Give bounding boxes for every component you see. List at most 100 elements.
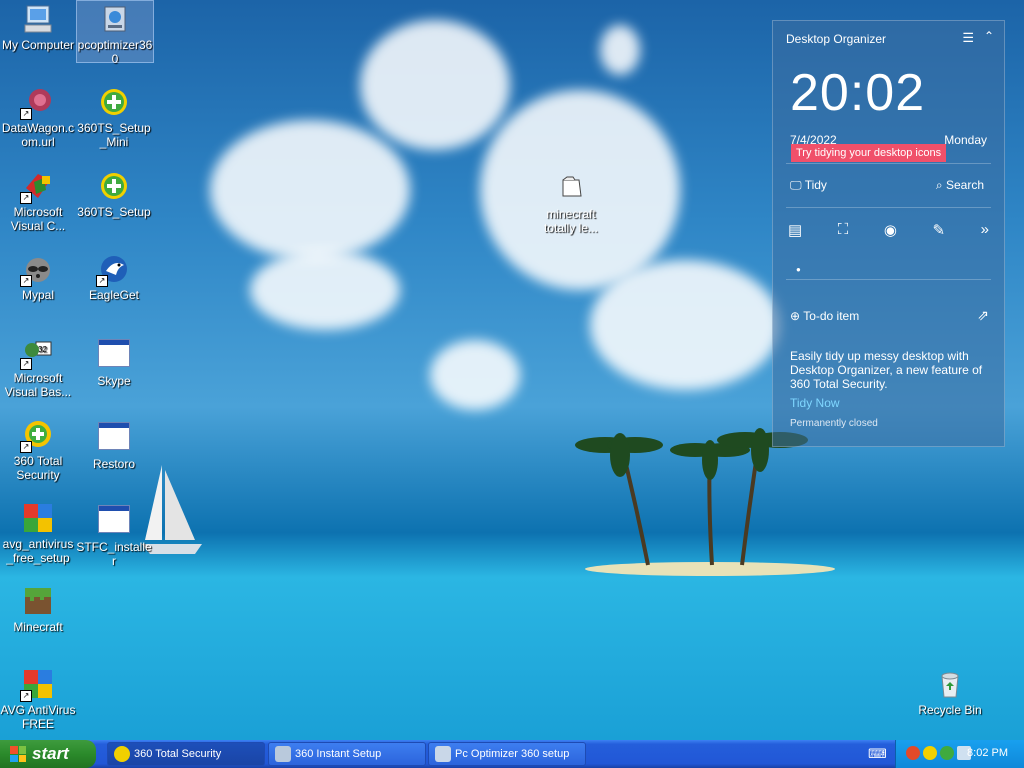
organizer-clock: 20:02 <box>790 64 926 122</box>
taskbar-item-label: Pc Optimizer 360 setup <box>455 748 570 760</box>
window-icon <box>98 505 130 537</box>
desktop-icon-360ts-setup[interactable]: 360TS_Setup <box>76 170 152 219</box>
eye-icon[interactable]: ◉ <box>884 221 897 239</box>
recycle-bin-icon <box>934 668 966 700</box>
desktop-icon-eagleget[interactable]: ↗ EagleGet <box>76 253 152 302</box>
desktop-icon-skype[interactable]: Skype <box>76 336 152 388</box>
desktop-icon-label: Skype <box>97 374 131 388</box>
stop-icon[interactable] <box>906 746 920 760</box>
organizer-title: Desktop Organizer <box>786 32 887 46</box>
notes-icon[interactable]: ▤ <box>788 221 802 239</box>
window-icon <box>98 422 130 454</box>
avg-icon: ↗ <box>20 668 54 702</box>
desktop-icon-avg-setup[interactable]: avg_antivirus_free_setup <box>0 502 76 565</box>
crop-icon[interactable]: ⛶ <box>838 221 849 239</box>
desktop-icon-360-total-security[interactable]: ↗ 360 Total Security <box>0 419 76 482</box>
shield-tray-icon[interactable] <box>940 746 954 760</box>
tidy-label: Tidy <box>804 178 827 192</box>
360-setup-icon <box>98 170 130 202</box>
shortcut-arrow-icon: ↗ <box>20 192 32 204</box>
cloud <box>360 20 510 150</box>
setup-icon <box>275 746 291 762</box>
taskbar: start 360 Total Security 360 Instant Set… <box>0 740 1024 768</box>
desktop-icon-visual-c[interactable]: ↗ Microsoft Visual C... <box>0 170 76 233</box>
desktop-icon-minecraft-folder[interactable]: minecraft totally le... <box>533 172 609 235</box>
desktop-icon-restoro[interactable]: Restoro <box>76 419 152 471</box>
start-label: start <box>32 744 69 763</box>
divider <box>786 279 991 280</box>
installer-icon <box>99 3 131 35</box>
search-label: Search <box>945 178 984 192</box>
desktop-icon-label: AVG AntiVirus FREE <box>0 703 76 731</box>
desktop-icon-360ts-setup-mini[interactable]: 360TS_Setup_Mini <box>76 86 152 149</box>
taskbar-item-360-total-security[interactable]: 360 Total Security <box>107 742 265 766</box>
desktop-icon-minecraft[interactable]: Minecraft <box>0 585 76 634</box>
edit-icon[interactable]: ✎ <box>932 221 945 239</box>
desktop-icon-avg-antivirus-free[interactable]: ↗ AVG AntiVirus FREE <box>0 668 76 731</box>
taskbar-item-pc-optimizer-setup[interactable]: Pc Optimizer 360 setup <box>428 742 586 766</box>
desktop-icon-pcoptimizer360[interactable]: pcoptimizer360 <box>76 0 154 66</box>
bullet-dot-icon: ● <box>796 265 801 274</box>
taskbar-item-360-instant-setup[interactable]: 360 Instant Setup <box>268 742 426 766</box>
desktop-icon-my-computer[interactable]: My Computer <box>0 3 76 52</box>
tidy-tip-badge[interactable]: Try tidying your desktop icons <box>791 144 947 162</box>
tidy-now-link[interactable]: Tidy Now <box>790 396 840 410</box>
keyboard-icon[interactable]: ⌨ <box>868 746 887 762</box>
shortcut-arrow-icon: ↗ <box>20 358 32 370</box>
desktop-icon-label: Minecraft <box>13 620 63 634</box>
360-tray-icon[interactable] <box>923 746 937 760</box>
desktop-icon-mypal[interactable]: ↗ Mypal <box>0 253 76 302</box>
desktop-icon-visual-basic[interactable]: 32 ↗ Microsoft Visual Bas... <box>0 336 76 399</box>
desktop[interactable]: My Computer ↗ DataWagon.com.url ↗ Micros… <box>0 0 1024 740</box>
desktop-icon-label: Microsoft Visual Bas... <box>4 371 72 399</box>
divider <box>786 163 991 164</box>
add-todo-button[interactable]: ⊕ To-do item <box>790 309 859 323</box>
window-icon <box>98 339 130 371</box>
installer-icon <box>435 746 451 762</box>
organizer-day: Monday <box>944 133 987 147</box>
folder-icon <box>555 172 587 204</box>
desktop-icon-label: avg_antivirus_free_setup <box>2 537 74 565</box>
taskbar-clock[interactable]: 8:02 PM <box>967 747 1008 759</box>
desktop-organizer-panel: Desktop Organizer ☰ ⌃ 20:02 7/4/2022 Mon… <box>772 20 1005 447</box>
minecraft-grass-icon <box>22 585 54 617</box>
desktop-icon-datawagon[interactable]: ↗ DataWagon.com.url <box>0 86 76 149</box>
url-shortcut-icon: ↗ <box>20 86 54 120</box>
desktop-icon-label: Recycle Bin <box>918 703 982 717</box>
desktop-icon-label: 360TS_Setup_Mini <box>77 121 151 149</box>
divider <box>786 207 991 208</box>
tidy-button[interactable]: 🖵 Tidy <box>790 178 827 193</box>
cloud <box>590 260 780 390</box>
share-icon[interactable]: ⇗ <box>977 307 989 324</box>
permanently-closed-link[interactable]: Permanently closed <box>790 418 878 429</box>
avg-icon <box>22 502 54 534</box>
chevron-up-icon[interactable]: ⌃ <box>984 29 994 43</box>
start-button[interactable]: start <box>0 740 96 768</box>
shortcut-arrow-icon: ↗ <box>20 690 32 702</box>
todo-label: To-do item <box>803 309 860 323</box>
desktop-icon-recycle-bin[interactable]: Recycle Bin <box>912 668 988 717</box>
search-icon: ⌕ <box>935 178 943 192</box>
visual-c-icon: ↗ <box>20 170 54 204</box>
desktop-icon-label: Restoro <box>92 457 136 471</box>
desktop-icon-label: My Computer <box>1 38 75 52</box>
cloud <box>600 25 640 75</box>
shortcut-arrow-icon: ↗ <box>96 275 108 287</box>
shortcut-arrow-icon: ↗ <box>20 441 32 453</box>
hamburger-menu-icon[interactable]: ☰ <box>962 30 974 46</box>
desktop-icon-label: pcoptimizer360 <box>77 38 153 66</box>
desktop-icon-label: 360 Total Security <box>13 454 63 482</box>
cloud <box>250 250 400 330</box>
desktop-icon-label: Mypal <box>21 288 54 302</box>
search-button[interactable]: ⌕ Search <box>936 178 984 193</box>
raccoon-browser-icon: ↗ <box>20 253 54 287</box>
desktop-icon-stfc-installer[interactable]: STFC_installer <box>76 502 152 568</box>
desktop-icon-label: minecraft totally le... <box>543 207 599 235</box>
cloud <box>430 340 520 410</box>
svg-text:32: 32 <box>38 345 47 354</box>
chevron-right-double-icon[interactable]: » <box>981 221 989 239</box>
taskbar-item-label: 360 Total Security <box>134 748 222 760</box>
cloud <box>210 120 410 260</box>
desktop-icon-label: DataWagon.com.url <box>1 121 75 149</box>
eagle-icon: ↗ <box>96 253 130 287</box>
